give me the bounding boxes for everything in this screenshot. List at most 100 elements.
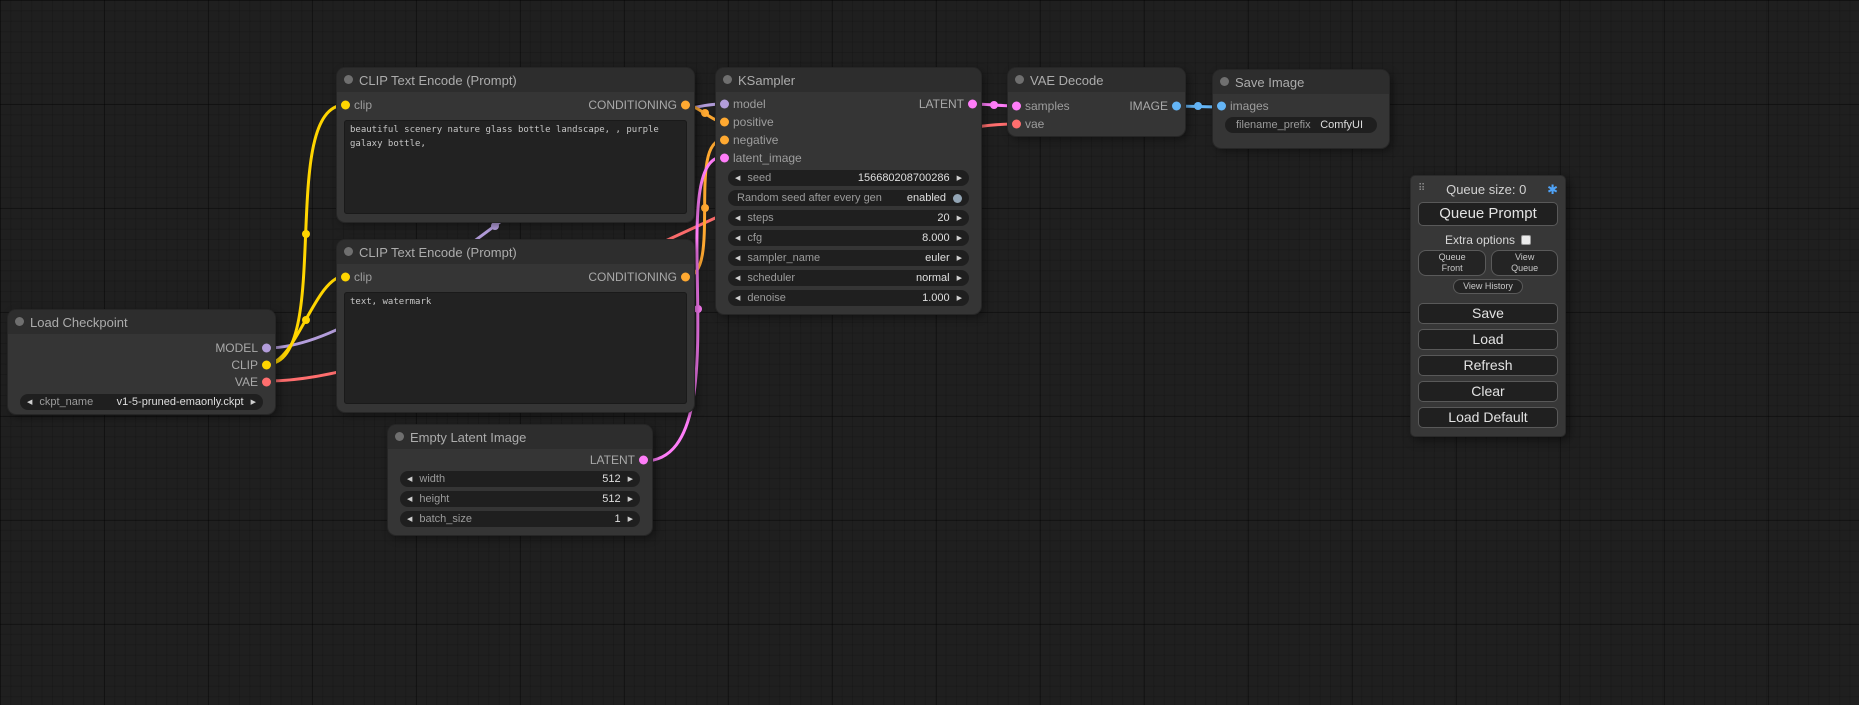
input-dot-samples[interactable]: [1012, 102, 1021, 111]
output-dot-conditioning[interactable]: [681, 273, 690, 282]
right-arrow-icon[interactable]: ▶: [957, 235, 962, 242]
input-slot-samples[interactable]: samples: [1008, 97, 1070, 115]
node-empty-latent-image[interactable]: Empty Latent Image LATENT ◀ width 512 ▶ …: [388, 425, 652, 535]
output-dot-latent[interactable]: [968, 100, 977, 109]
right-arrow-icon[interactable]: ▶: [251, 399, 256, 406]
collapse-dot-icon[interactable]: [344, 75, 353, 84]
output-slot-model[interactable]: MODEL: [215, 339, 275, 357]
widget-seed[interactable]: ◀ seed 156680208700286 ▶: [728, 170, 969, 186]
left-arrow-icon[interactable]: ◀: [735, 295, 740, 302]
collapse-dot-icon[interactable]: [15, 317, 24, 326]
output-dot-model[interactable]: [262, 343, 271, 352]
input-dot-negative[interactable]: [720, 136, 729, 145]
output-dot-conditioning[interactable]: [681, 101, 690, 110]
load-button[interactable]: Load: [1418, 329, 1558, 350]
output-slot-clip[interactable]: CLIP: [231, 356, 275, 374]
widget-sampler-name[interactable]: ◀ sampler_name euler ▶: [728, 250, 969, 266]
right-arrow-icon[interactable]: ▶: [628, 516, 633, 523]
view-queue-button[interactable]: View Queue: [1491, 250, 1558, 276]
right-arrow-icon[interactable]: ▶: [957, 215, 962, 222]
right-arrow-icon[interactable]: ▶: [957, 295, 962, 302]
clear-button[interactable]: Clear: [1418, 381, 1558, 402]
collapse-dot-icon[interactable]: [344, 247, 353, 256]
output-slot-image[interactable]: IMAGE: [1129, 97, 1185, 115]
output-dot-latent[interactable]: [639, 456, 648, 465]
queue-prompt-button[interactable]: Queue Prompt: [1418, 202, 1558, 226]
left-arrow-icon[interactable]: ◀: [735, 235, 740, 242]
toggle-knob-icon[interactable]: [953, 194, 962, 203]
left-arrow-icon[interactable]: ◀: [735, 275, 740, 282]
left-arrow-icon[interactable]: ◀: [407, 516, 412, 523]
output-slot-vae[interactable]: VAE: [235, 373, 275, 391]
input-slot-clip[interactable]: clip: [337, 96, 372, 114]
collapse-dot-icon[interactable]: [1220, 77, 1229, 86]
queue-front-button[interactable]: Queue Front: [1418, 250, 1486, 276]
positive-prompt-textarea[interactable]: beautiful scenery nature glass bottle la…: [344, 120, 687, 214]
node-load-checkpoint[interactable]: Load Checkpoint MODEL CLIP VAE: [8, 310, 275, 414]
left-arrow-icon[interactable]: ◀: [735, 175, 740, 182]
widget-random-seed-toggle[interactable]: Random seed after every gen enabled: [728, 190, 969, 206]
input-slot-negative[interactable]: negative: [716, 131, 981, 149]
input-slot-images[interactable]: images: [1213, 97, 1389, 115]
node-save-image[interactable]: Save Image images filename_prefix ComfyU…: [1213, 70, 1389, 148]
negative-prompt-textarea[interactable]: text, watermark: [344, 292, 687, 404]
right-arrow-icon[interactable]: ▶: [957, 255, 962, 262]
node-title-bar[interactable]: CLIP Text Encode (Prompt): [337, 240, 694, 264]
right-arrow-icon[interactable]: ▶: [957, 175, 962, 182]
left-arrow-icon[interactable]: ◀: [27, 399, 32, 406]
widget-steps[interactable]: ◀ steps 20 ▶: [728, 210, 969, 226]
widget-ckpt-name[interactable]: ◀ ckpt_name v1-5-pruned-emaonly.ckpt ▶: [20, 394, 263, 410]
left-arrow-icon[interactable]: ◀: [735, 255, 740, 262]
save-button[interactable]: Save: [1418, 303, 1558, 324]
node-clip-text-encode-negative[interactable]: CLIP Text Encode (Prompt) clip CONDITION…: [337, 240, 694, 412]
output-slot-conditioning[interactable]: CONDITIONING: [588, 96, 694, 114]
right-arrow-icon[interactable]: ▶: [628, 496, 633, 503]
left-arrow-icon[interactable]: ◀: [735, 215, 740, 222]
drag-handle-icon[interactable]: ⠿: [1418, 184, 1425, 194]
output-slot-latent[interactable]: LATENT: [919, 95, 981, 113]
collapse-dot-icon[interactable]: [395, 432, 404, 441]
left-arrow-icon[interactable]: ◀: [407, 496, 412, 503]
extra-options-checkbox[interactable]: [1521, 235, 1531, 245]
view-history-button[interactable]: View History: [1453, 279, 1523, 294]
collapse-dot-icon[interactable]: [1015, 75, 1024, 84]
node-title-bar[interactable]: CLIP Text Encode (Prompt): [337, 68, 694, 92]
right-arrow-icon[interactable]: ▶: [957, 275, 962, 282]
input-dot-latent-image[interactable]: [720, 154, 729, 163]
output-dot-image[interactable]: [1172, 102, 1181, 111]
node-title-bar[interactable]: Load Checkpoint: [8, 310, 275, 334]
right-arrow-icon[interactable]: ▶: [628, 476, 633, 483]
input-slot-vae[interactable]: vae: [1008, 115, 1185, 133]
input-dot-model[interactable]: [720, 100, 729, 109]
input-dot-vae[interactable]: [1012, 120, 1021, 129]
widget-filename-prefix[interactable]: filename_prefix ComfyUI: [1225, 117, 1377, 133]
load-default-button[interactable]: Load Default: [1418, 407, 1558, 428]
node-title-bar[interactable]: KSampler: [716, 68, 981, 92]
output-dot-vae[interactable]: [262, 377, 271, 386]
output-slot-latent[interactable]: LATENT: [590, 451, 652, 469]
input-slot-positive[interactable]: positive: [716, 113, 981, 131]
collapse-dot-icon[interactable]: [723, 75, 732, 84]
refresh-button[interactable]: Refresh: [1418, 355, 1558, 376]
input-dot-images[interactable]: [1217, 102, 1226, 111]
output-slot-conditioning[interactable]: CONDITIONING: [588, 268, 694, 286]
node-title-bar[interactable]: Empty Latent Image: [388, 425, 652, 449]
widget-cfg[interactable]: ◀ cfg 8.000 ▶: [728, 230, 969, 246]
input-slot-latent-image[interactable]: latent_image: [716, 149, 981, 167]
widget-scheduler[interactable]: ◀ scheduler normal ▶: [728, 270, 969, 286]
input-slot-model[interactable]: model: [716, 95, 766, 113]
widget-denoise[interactable]: ◀ denoise 1.000 ▶: [728, 290, 969, 306]
node-vae-decode[interactable]: VAE Decode samples IMAGE vae: [1008, 68, 1185, 136]
input-dot-clip[interactable]: [341, 273, 350, 282]
input-slot-clip[interactable]: clip: [337, 268, 372, 286]
left-arrow-icon[interactable]: ◀: [407, 476, 412, 483]
input-dot-clip[interactable]: [341, 101, 350, 110]
node-title-bar[interactable]: Save Image: [1213, 70, 1389, 94]
widget-width[interactable]: ◀ width 512 ▶: [400, 471, 640, 487]
widget-height[interactable]: ◀ height 512 ▶: [400, 491, 640, 507]
settings-gear-icon[interactable]: ✱: [1547, 183, 1558, 196]
node-ksampler[interactable]: KSampler model LATENT positive negative: [716, 68, 981, 314]
node-title-bar[interactable]: VAE Decode: [1008, 68, 1185, 92]
widget-batch-size[interactable]: ◀ batch_size 1 ▶: [400, 511, 640, 527]
input-dot-positive[interactable]: [720, 118, 729, 127]
